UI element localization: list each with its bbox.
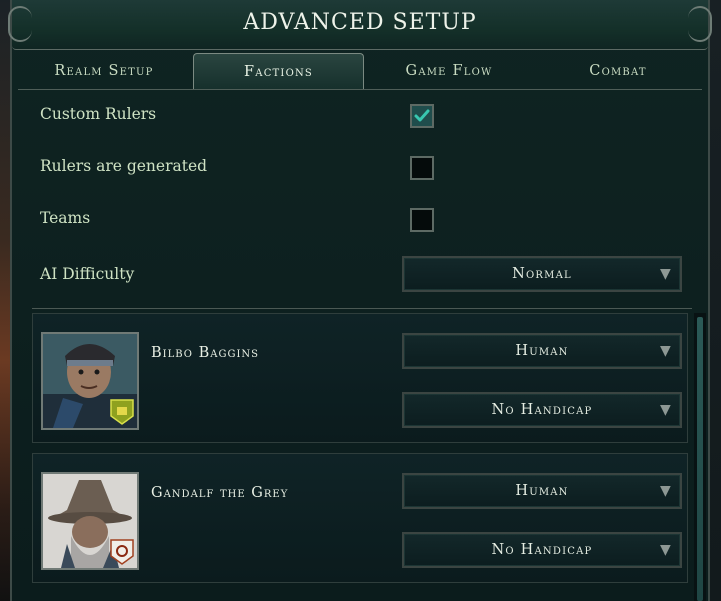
player-name: Gandalf the Grey xyxy=(151,485,289,501)
player-type-value: Human xyxy=(515,483,569,499)
handicap-value: No Handicap xyxy=(491,402,593,418)
title-bar: Advanced Setup xyxy=(8,0,712,50)
player-card-bilbo: Bilbo Baggins Human ▼ No Handicap ▼ xyxy=(32,313,688,443)
player-card-gandalf: Gandalf the Grey Human ▼ No Handicap ▼ xyxy=(32,453,688,583)
rulers-generated-checkbox[interactable] xyxy=(410,156,434,180)
checkmark-icon xyxy=(414,109,430,122)
ai-difficulty-value: Normal xyxy=(512,266,572,282)
faction-badge-icon xyxy=(109,538,135,566)
page-title: Advanced Setup xyxy=(243,10,477,35)
custom-rulers-label: Custom Rulers xyxy=(40,105,157,123)
chevron-down-icon: ▼ xyxy=(660,402,672,418)
tab-factions[interactable]: Factions xyxy=(193,53,364,89)
chevron-down-icon: ▼ xyxy=(660,343,672,359)
handicap-value: No Handicap xyxy=(491,542,593,558)
tab-bar: Realm Setup Factions Game Flow Combat xyxy=(18,53,702,90)
ai-difficulty-dropdown[interactable]: Normal ▼ xyxy=(402,256,682,292)
player-type-value: Human xyxy=(515,343,569,359)
chevron-down-icon: ▼ xyxy=(660,542,672,558)
chevron-down-icon: ▼ xyxy=(660,266,672,282)
gandalf-portrait xyxy=(41,472,139,570)
teams-checkbox[interactable] xyxy=(410,208,434,232)
handicap-dropdown[interactable]: No Handicap ▼ xyxy=(402,392,682,428)
custom-rulers-checkbox[interactable] xyxy=(410,104,434,128)
divider xyxy=(32,308,692,309)
handicap-dropdown[interactable]: No Handicap ▼ xyxy=(402,532,682,568)
ai-difficulty-label: AI Difficulty xyxy=(40,265,135,283)
rulers-generated-label: Rulers are generated xyxy=(40,157,208,175)
scrollbar-thumb[interactable] xyxy=(697,317,703,601)
faction-badge-icon xyxy=(109,398,135,426)
tab-game-flow[interactable]: Game Flow xyxy=(364,53,534,89)
teams-label: Teams xyxy=(40,209,91,227)
tab-combat[interactable]: Combat xyxy=(534,53,702,89)
bilbo-portrait xyxy=(41,332,139,430)
player-name: Bilbo Baggins xyxy=(151,345,259,361)
chevron-down-icon: ▼ xyxy=(660,483,672,499)
player-type-dropdown[interactable]: Human ▼ xyxy=(402,333,682,369)
tab-realm-setup[interactable]: Realm Setup xyxy=(18,53,190,89)
player-type-dropdown[interactable]: Human ▼ xyxy=(402,473,682,509)
